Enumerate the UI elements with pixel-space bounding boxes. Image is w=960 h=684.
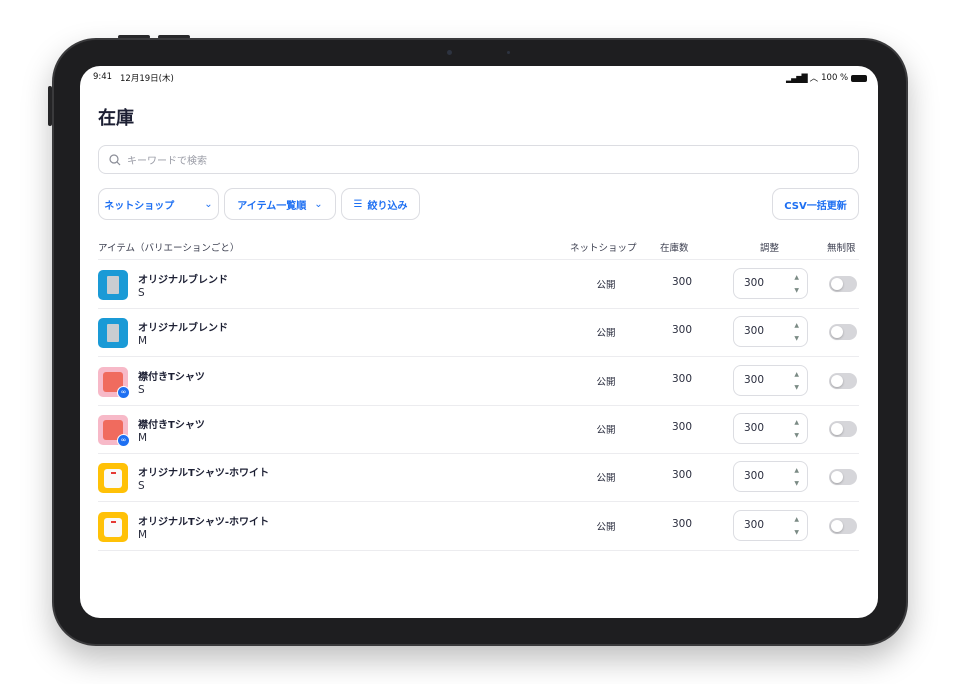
header-adjust: 調整 [760,243,780,254]
unlimited-toggle[interactable] [829,420,857,437]
table-row: ∞ 襟付きTシャツ M 公開 300 300 ▲ ▼ [80,405,878,453]
decrement-icon[interactable]: ▼ [794,384,799,391]
item-variant: S [138,287,145,299]
item-name: オリジナルブレンド [138,323,228,335]
header-unlimited: 無制限 [827,243,856,254]
table-row: ∞ 襟付きTシャツ S 公開 300 300 ▲ ▼ [80,357,878,405]
battery-percent: 100 % [821,73,849,83]
header-stock: 在庫数 [660,243,689,254]
item-name: オリジナルTシャツ-ホワイト [138,468,269,480]
item-variant: M [138,528,148,541]
stock-count: 300 [671,372,693,385]
page-title: 在庫 [98,108,134,129]
sort-dropdown[interactable]: アイテム一覧順 ⌄ [224,188,336,220]
signal-icon: ▂▄▆█ [786,73,808,83]
red-shirt-thumbnail: ∞ [98,414,130,447]
decrement-icon[interactable]: ▼ [794,335,799,342]
adjust-stepper[interactable]: 300 ▲ ▼ [733,268,808,299]
status-time: 9:41 [93,72,113,82]
unlimited-toggle[interactable] [829,517,857,534]
unlimited-toggle[interactable] [829,469,857,486]
increment-icon[interactable]: ▲ [794,371,799,378]
shop-status: 公開 [596,376,616,388]
battery-icon [851,74,868,82]
increment-icon[interactable]: ▲ [794,516,799,523]
item-name: 襟付きTシャツ [138,371,205,383]
shop-status: 公開 [596,280,616,291]
item-variant: M [138,431,148,444]
adjust-stepper[interactable]: 300 ▲ ▼ [733,316,808,348]
shop-status: 公開 [596,473,616,485]
coffee-package-thumbnail [98,270,128,300]
wifi-icon: ︿ [809,74,819,84]
unlimited-toggle[interactable] [829,324,857,341]
adjust-value: 300 [744,277,765,289]
status-date: 12月19日(木) [120,74,174,84]
increment-icon[interactable]: ▲ [794,322,799,329]
white-shirt-thumbnail [98,463,128,494]
item-variant: S [138,383,145,396]
header-item: アイテム（バリエーションごと） [98,243,240,254]
filter-icon: ☰ [353,198,363,210]
status-right: ▂▄▆█ ︿ 100 % [786,72,868,84]
csv-update-label: CSV一括更新 [784,200,847,212]
item-name: オリジナルブレンド [138,275,228,286]
stock-count: 300 [671,517,693,530]
decrement-icon[interactable]: ▼ [794,480,799,487]
table-row: オリジナルTシャツ-ホワイト M 公開 300 300 ▲ ▼ [80,502,878,550]
csv-update-button[interactable]: CSV一括更新 [772,188,859,220]
table-row: オリジナルTシャツ-ホワイト S 公開 300 300 ▲ ▼ [80,453,878,501]
shop-status: 公開 [596,424,616,436]
adjust-stepper[interactable]: 300 ▲ ▼ [733,412,808,444]
adjust-value: 300 [744,470,765,483]
decrement-icon[interactable]: ▼ [794,432,799,439]
adjust-value: 300 [744,373,765,386]
shop-dropdown-label: ネットショップ [104,200,175,212]
search-placeholder: キーワードで検索 [127,156,207,167]
increment-icon[interactable]: ▲ [794,274,799,281]
table-row: オリジナルブレンド M 公開 300 300 ▲ ▼ [80,308,878,356]
table-row: オリジナルブレンド S 公開 300 300 ▲ ▼ [80,260,878,308]
adjust-value: 300 [744,421,765,434]
chevron-down-icon: ⌄ [314,198,323,210]
decrement-icon[interactable]: ▼ [794,529,799,536]
screen: 9:41 12月19日(木) ▂▄▆█ ︿ 100 % 在庫 キーワードで検索 … [80,66,878,618]
adjust-value: 300 [744,325,765,338]
link-icon: ∞ [117,433,130,447]
white-shirt-thumbnail [98,511,128,542]
link-icon: ∞ [117,385,130,399]
divider [98,549,859,551]
sensor [507,51,510,54]
shop-status: 公開 [596,521,616,533]
increment-icon[interactable]: ▲ [794,419,799,426]
shop-dropdown[interactable]: ネットショップ ⌄ [98,188,219,220]
unlimited-toggle[interactable] [829,276,857,292]
header-shop: ネットショップ [570,243,637,254]
adjust-stepper[interactable]: 300 ▲ ▼ [733,461,808,493]
decrement-icon[interactable]: ▼ [794,287,799,294]
adjust-stepper[interactable]: 300 ▲ ▼ [733,509,808,541]
filter-button-label: 絞り込み [367,200,408,212]
stock-count: 300 [671,324,693,337]
stock-count: 300 [671,276,693,288]
search-icon [109,153,121,165]
stock-count: 300 [671,420,693,433]
coffee-package-thumbnail [98,318,128,349]
adjust-value: 300 [744,518,765,531]
item-name: オリジナルTシャツ-ホワイト [138,516,269,528]
camera [447,50,452,55]
item-name: 襟付きTシャツ [138,419,205,431]
item-variant: M [138,335,148,348]
chevron-down-icon: ⌄ [204,198,213,210]
filter-button[interactable]: ☰ 絞り込み [341,188,420,220]
stock-count: 300 [671,469,693,482]
adjust-stepper[interactable]: 300 ▲ ▼ [733,364,808,396]
sort-dropdown-label: アイテム一覧順 [237,200,307,212]
search-input[interactable]: キーワードで検索 [98,145,859,174]
unlimited-toggle[interactable] [829,372,857,389]
red-shirt-thumbnail: ∞ [98,366,130,399]
item-variant: S [138,480,145,493]
increment-icon[interactable]: ▲ [794,467,799,474]
shop-status: 公開 [596,328,616,340]
